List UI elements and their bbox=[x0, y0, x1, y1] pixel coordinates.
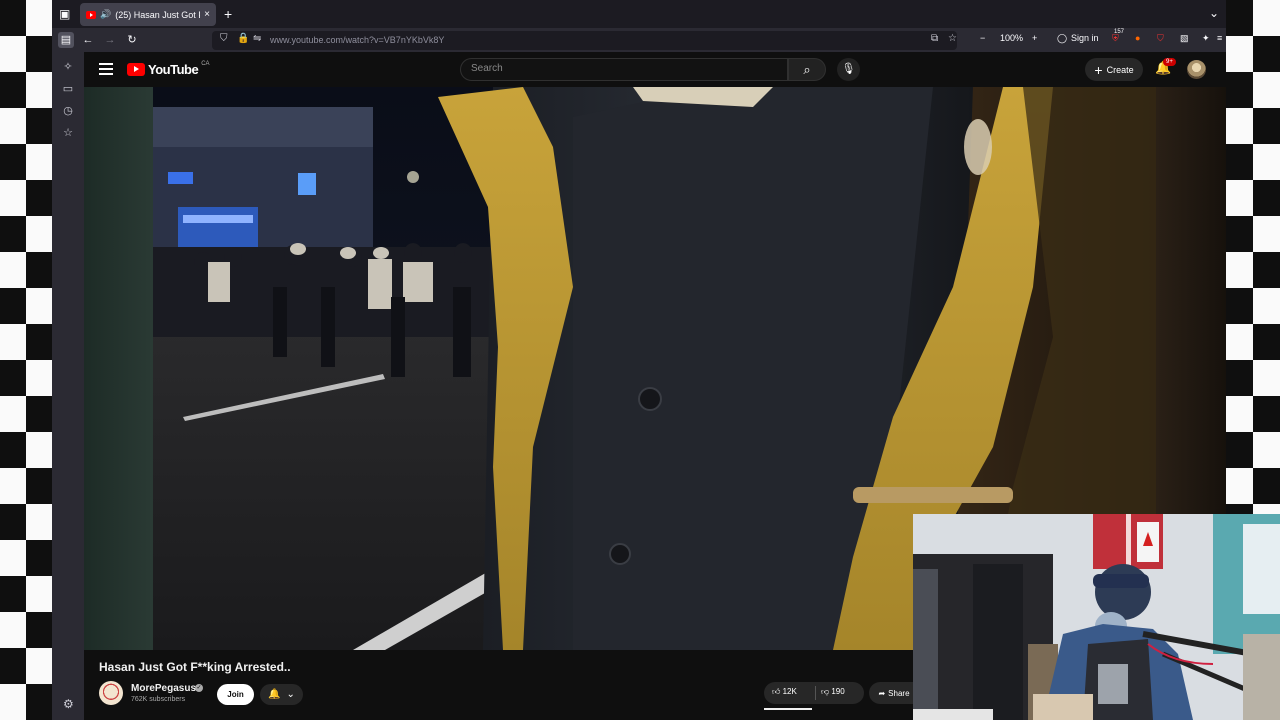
picture-in-picture-icon[interactable]: ⧉ bbox=[931, 33, 938, 44]
search-icon: ⌕ bbox=[803, 62, 811, 77]
extension-orange-icon[interactable]: ● bbox=[1135, 33, 1140, 43]
checkered-background-left bbox=[0, 0, 52, 720]
guide-menu-icon[interactable] bbox=[99, 63, 113, 75]
lock-icon[interactable]: 🔒 bbox=[237, 33, 249, 44]
webcam-overlay bbox=[913, 514, 1280, 720]
youtube-logo-text: YouTube bbox=[148, 62, 199, 77]
desktop: ▣ 🔊 (25) Hasan Just Got F**king Arrested… bbox=[0, 0, 1280, 720]
app-menu-icon[interactable]: ≡ bbox=[1217, 33, 1222, 43]
verified-check-icon: ✓ bbox=[195, 684, 203, 692]
like-count: 12K bbox=[782, 687, 797, 696]
zoom-in-icon[interactable]: + bbox=[1032, 33, 1037, 43]
search-box[interactable] bbox=[460, 58, 788, 81]
search-button[interactable]: ⌕ bbox=[788, 58, 826, 81]
tab-title: (25) Hasan Just Got F**king Arrested.. bbox=[115, 9, 200, 20]
channel-name[interactable]: MorePegasus bbox=[131, 683, 196, 694]
ambient-glow-left bbox=[84, 87, 153, 650]
navigation-toolbar: ▤ ← → ↻ ⛉ 🔒 ⇋ www.youtube.com/watch?v=VB… bbox=[52, 28, 1226, 52]
youtube-favicon-icon bbox=[86, 10, 96, 19]
zoom-level[interactable]: 100% bbox=[1000, 33, 1023, 43]
close-tab-icon[interactable]: × bbox=[204, 9, 210, 20]
subscribed-notifications-button[interactable]: 🔔 ⌄ bbox=[260, 684, 303, 705]
like-divider bbox=[815, 686, 816, 700]
like-dislike-group: 👍︎ 12K 👎︎ 190 bbox=[764, 682, 864, 704]
video-title: Hasan Just Got F**king Arrested.. bbox=[99, 660, 291, 674]
youtube-logo[interactable]: YouTube CA bbox=[127, 60, 210, 77]
extension-image-icon[interactable]: ▧ bbox=[1180, 33, 1189, 44]
share-label: Share bbox=[888, 688, 910, 698]
history-icon[interactable]: ◷ bbox=[61, 104, 75, 118]
watch-progress-underline bbox=[764, 708, 812, 710]
zoom-out-icon[interactable]: − bbox=[980, 33, 985, 43]
sidebar-settings-gear-icon[interactable]: ⚙ bbox=[63, 697, 74, 711]
bookmark-star-icon[interactable]: ☆ bbox=[948, 33, 957, 44]
join-button[interactable]: Join bbox=[217, 684, 254, 705]
reload-icon[interactable]: ↻ bbox=[124, 32, 140, 48]
tab-overview-icon[interactable]: ▣ bbox=[59, 7, 70, 21]
create-label: Create bbox=[1106, 64, 1134, 75]
new-tab-button[interactable]: + bbox=[224, 6, 232, 22]
sidebar-toggle-icon[interactable]: ▤ bbox=[58, 32, 74, 48]
ai-chat-icon[interactable]: ✧ bbox=[61, 60, 75, 74]
sign-in-link[interactable]: Sign in bbox=[1071, 33, 1099, 43]
create-button[interactable]: + Create bbox=[1085, 58, 1143, 81]
bell-icon: 🔔 bbox=[268, 689, 281, 700]
tab-strip: ▣ 🔊 (25) Hasan Just Got F**king Arrested… bbox=[52, 0, 1226, 28]
extension-shield-icon[interactable]: ⛉ bbox=[1157, 33, 1164, 44]
search-input[interactable] bbox=[471, 63, 771, 74]
extensions-puzzle-icon[interactable]: ✦ bbox=[1202, 33, 1210, 44]
extension-badge: 157 bbox=[1114, 29, 1125, 35]
address-bar[interactable]: ⛉ 🔒 ⇋ www.youtube.com/watch?v=VB7nYKbVk8… bbox=[212, 31, 957, 50]
dislike-button[interactable]: 👎︎ 190 bbox=[821, 687, 845, 697]
share-button[interactable]: ➦ Share bbox=[869, 682, 919, 704]
forward-icon[interactable]: → bbox=[102, 32, 118, 48]
shield-icon[interactable]: ⛉ bbox=[220, 33, 228, 44]
channel-avatar[interactable] bbox=[99, 681, 123, 705]
tab-youtube[interactable]: 🔊 (25) Hasan Just Got F**king Arrested..… bbox=[80, 3, 216, 26]
region-code: CA bbox=[201, 60, 210, 67]
plus-icon: + bbox=[1094, 61, 1103, 78]
url-text[interactable]: www.youtube.com/watch?v=VB7nYKbVk8Y bbox=[270, 35, 444, 45]
synced-tabs-icon[interactable]: ▭ bbox=[61, 82, 75, 96]
browser-sidebar: ✧ ▭ ◷ ☆ ⚙ bbox=[52, 52, 84, 720]
thumbs-up-icon: 👍︎ bbox=[772, 687, 781, 696]
thumbs-down-icon: 👎︎ bbox=[821, 687, 830, 696]
dislike-count: 190 bbox=[831, 687, 845, 696]
share-arrow-icon: ➦ bbox=[878, 688, 886, 698]
list-tabs-chevron-icon[interactable]: ⌄ bbox=[1209, 6, 1219, 20]
youtube-header: YouTube CA ⌕ 🎙 + Create 🔔 9+ bbox=[84, 52, 1226, 87]
chevron-down-icon: ⌄ bbox=[286, 689, 295, 700]
back-icon[interactable]: ← bbox=[80, 32, 96, 48]
speaker-icon[interactable]: 🔊 bbox=[100, 9, 111, 20]
microphone-icon: 🎙 bbox=[841, 63, 856, 75]
webcam-image bbox=[913, 514, 1280, 720]
like-button[interactable]: 👍︎ 12K bbox=[772, 687, 797, 697]
youtube-play-icon bbox=[127, 63, 145, 76]
permissions-icon[interactable]: ⇋ bbox=[253, 33, 261, 44]
voice-search-button[interactable]: 🎙 bbox=[837, 58, 860, 81]
bookmarks-icon[interactable]: ☆ bbox=[61, 126, 75, 140]
account-icon[interactable]: ◯ bbox=[1057, 33, 1067, 44]
subscriber-count: 762K subscribers bbox=[131, 696, 186, 703]
notifications-badge: 9+ bbox=[1163, 58, 1176, 66]
account-avatar[interactable] bbox=[1187, 60, 1206, 79]
